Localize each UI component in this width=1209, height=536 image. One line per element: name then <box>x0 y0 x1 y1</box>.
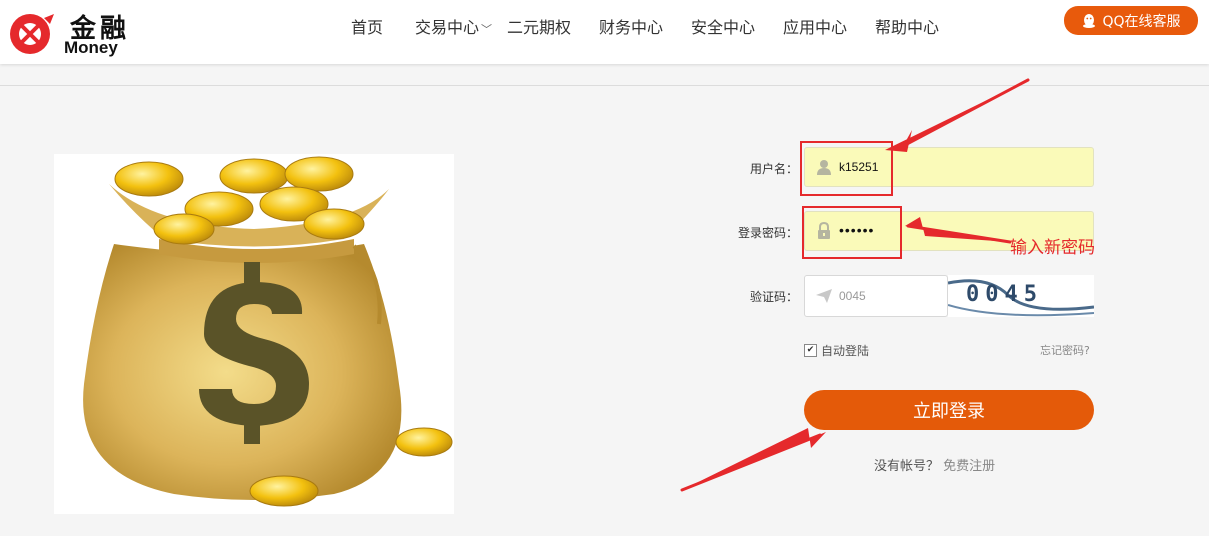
captcha-graphic: 0045 <box>948 279 1094 317</box>
brand-name-en: Money <box>64 38 118 57</box>
money-bag-icon <box>83 156 453 507</box>
annotation-note: 输入新密码 <box>1010 238 1095 258</box>
auto-login-label: 自动登陆 <box>821 344 870 358</box>
nav-label: 安全中心 <box>691 18 756 37</box>
login-submit-button[interactable]: 立即登录 <box>804 390 1094 430</box>
nav-item-home[interactable]: 首页 <box>351 14 383 38</box>
top-header: 金融 Money 首页 交易中心 ﹀ 二元期权 财务中心 安全中心 应用中心 帮助… <box>0 0 1209 64</box>
qq-penguin-icon <box>1083 13 1096 28</box>
auto-login-checkbox[interactable]: ✔ <box>804 344 817 357</box>
captcha-input[interactable]: 0045 <box>804 275 948 317</box>
annotation-box-username <box>800 141 893 196</box>
nav-label: 首页 <box>351 18 384 37</box>
forgot-password-link[interactable]: 忘记密码? <box>1040 342 1090 358</box>
money-bag-illustration <box>54 154 454 514</box>
arrow-login-line <box>680 433 822 492</box>
header-divider <box>0 85 1209 86</box>
register-prompt: 没有帐号？ 免费注册 <box>874 455 995 474</box>
nav-label: 二元期权 <box>507 18 572 37</box>
auto-login-option[interactable]: ✔ 自动登陆 <box>804 342 869 359</box>
brand-logo[interactable]: 金融 Money <box>8 8 138 60</box>
nav-item-help-center[interactable]: 帮助中心 <box>875 14 939 38</box>
nav-item-trading-center[interactable]: 交易中心 ﹀ <box>415 14 492 38</box>
nav-label: 财务中心 <box>599 18 664 37</box>
annotation-box-password <box>802 206 902 259</box>
nav-item-app-center[interactable]: 应用中心 <box>783 14 847 38</box>
arrow-username-icon <box>885 80 1028 152</box>
nav-label: 交易中心 <box>415 18 480 37</box>
captcha-image[interactable]: 0045 <box>948 275 1094 317</box>
register-link[interactable]: 免费注册 <box>943 459 995 474</box>
logo-mark-icon <box>10 14 54 54</box>
nav-item-binary-options[interactable]: 二元期权 <box>507 14 571 38</box>
no-account-label: 没有帐号？ <box>874 459 940 474</box>
nav-item-finance-center[interactable]: 财务中心 <box>599 14 663 38</box>
password-label: 登录密码： <box>737 226 798 240</box>
arrow-username-line <box>903 78 1030 147</box>
nav-item-security-center[interactable]: 安全中心 <box>691 14 755 38</box>
qq-support-label: QQ在线客服 <box>1102 13 1181 30</box>
nav-label: 帮助中心 <box>875 18 940 37</box>
captcha-label: 验证码： <box>749 290 798 304</box>
send-icon <box>816 289 832 303</box>
nav-label: 应用中心 <box>783 18 848 37</box>
qq-support-button[interactable]: QQ在线客服 <box>1064 6 1198 35</box>
chevron-down-icon: ﹀ <box>481 23 493 36</box>
captcha-text: 0045 <box>966 282 1043 307</box>
captcha-placeholder: 0045 <box>839 289 866 303</box>
username-label: 用户名： <box>749 162 798 176</box>
arrow-login-icon <box>682 428 826 490</box>
